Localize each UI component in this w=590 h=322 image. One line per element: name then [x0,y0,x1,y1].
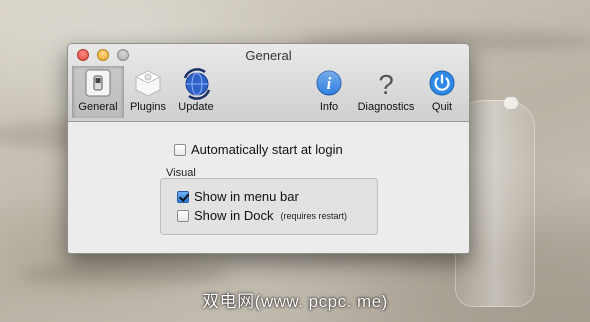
svg-text:i: i [327,74,332,93]
show-menu-bar-checkbox[interactable] [177,190,189,203]
question-icon: ? [371,68,401,100]
watermark-text: 双电网(www. pcpc. me) [202,292,388,311]
toolbar-update-tab[interactable]: Update [173,66,219,118]
power-icon [427,68,457,98]
toolbar-plugins-tab[interactable]: Plugins [125,66,171,118]
toolbar-general-label: General [78,101,118,113]
svg-text:?: ? [378,69,394,98]
bottle-cap-background [504,97,518,109]
toolbar-plugins-label: Plugins [129,101,167,113]
auto-start-checkbox[interactable] [174,143,186,156]
toolbar-quit-tab[interactable]: Quit [427,66,457,118]
show-menu-bar-option[interactable]: Show in menu bar [177,189,299,204]
show-in-dock-checkbox[interactable] [177,209,189,222]
visual-group-box [160,178,378,235]
toolbar-diagnostics-label: Diagnostics [357,101,415,113]
toolbar-info-tab[interactable]: i Info [314,66,344,118]
window-toolbar: General General Plugins Update i Info ? … [68,44,469,122]
window-title: General [245,48,292,63]
general-preferences-window: General General Plugins Update i Info ? … [67,43,470,254]
show-in-dock-option[interactable]: Show in Dock (requires restart) [177,208,347,223]
show-in-dock-label: Show in Dock [194,208,274,223]
requires-restart-note: (requires restart) [280,210,347,221]
auto-start-label: Automatically start at login [191,142,343,157]
auto-start-option[interactable]: Automatically start at login [174,142,343,157]
toolbar-info-label: Info [319,101,339,113]
plugin-block-icon [133,68,163,98]
switch-icon [83,68,113,98]
update-globe-icon [181,68,211,100]
toolbar-quit-label: Quit [431,101,453,113]
toolbar-update-label: Update [178,101,214,113]
general-pane: Automatically start at login Visual Show… [68,122,469,253]
info-icon: i [314,68,344,98]
toolbar-diagnostics-tab[interactable]: ? Diagnostics [354,66,418,118]
toolbar-general-tab[interactable]: General [72,66,124,118]
show-menu-bar-label: Show in menu bar [194,189,299,204]
